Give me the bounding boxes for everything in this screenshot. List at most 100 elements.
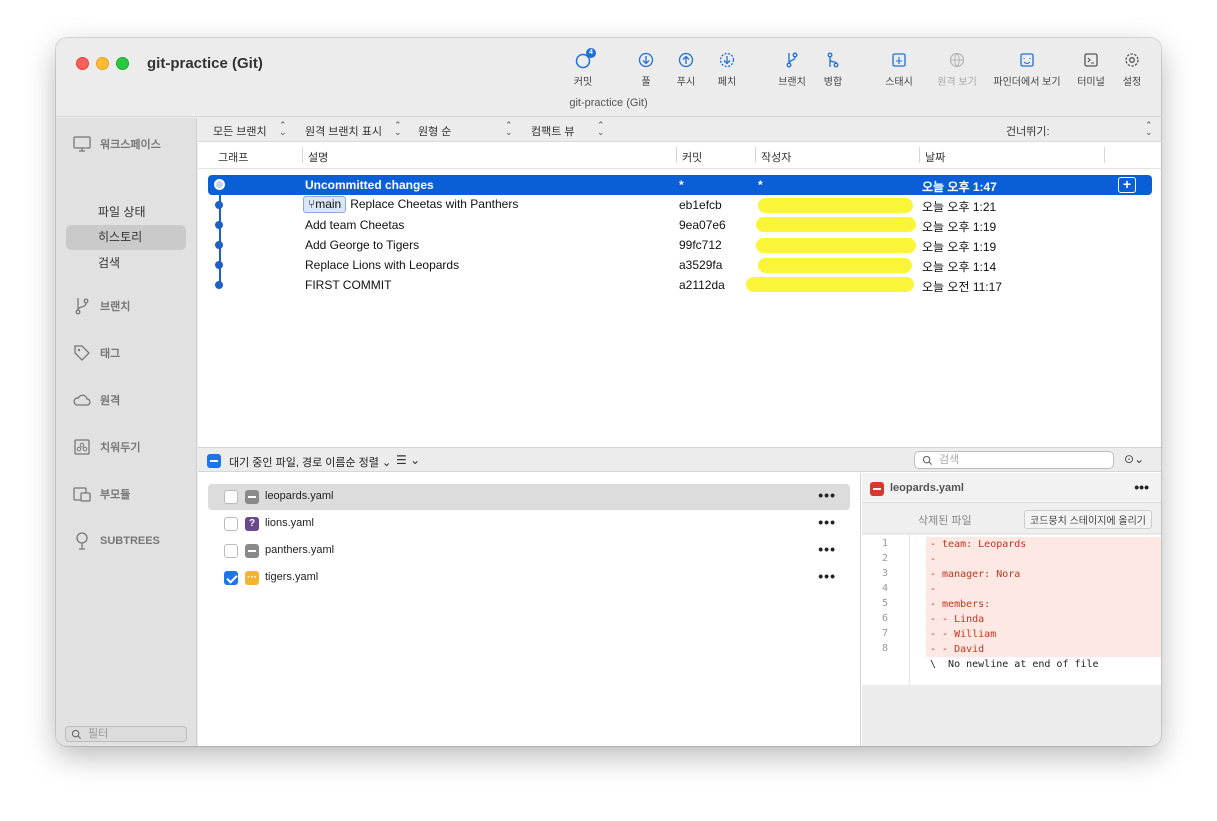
more-options-menu[interactable]: ⊙⌄ [1124,452,1144,466]
stage-checkbox[interactable] [224,490,238,504]
diff-hunk-header: 삭제된 파일 코드뭉치 스테이지에 올리기 [862,504,1161,534]
column-date[interactable]: 날짜 [925,149,945,165]
pending-files-sort-menu[interactable]: 대기 중인 파일, 경로 이름순 정렬 ⌄ [229,454,391,470]
sidebar-section-workspace[interactable]: 워크스페이스 [72,134,161,154]
search-icon [71,729,82,740]
stage-all-checkbox[interactable] [207,454,221,468]
commit-hash: a3529fa [679,258,723,272]
commit-row[interactable]: FIRST COMMIT a2112da 오늘 오전 11:17 [208,275,1152,295]
file-name: panthers.yaml [265,544,335,556]
diff-line: 1 - team: Leopards [862,537,1161,552]
terminal-label: 터미널 [1077,77,1105,88]
commit-hash: * [679,178,684,192]
chevron-down-icon: ⌄ [1134,452,1145,466]
redacted-author [758,258,912,273]
globe-icon [949,52,965,68]
sidebar-filter-input[interactable]: 필터 [65,726,187,742]
removed-status-icon [870,482,884,496]
more-icon[interactable]: ••• [818,514,836,530]
line-number: 3 [881,568,888,579]
commit-row[interactable]: Uncommitted changes * * 오늘 오후 1:47 + [208,175,1152,195]
show-remote-branches-select[interactable]: 원격 브랜치 표시 [305,123,382,139]
remote-view-button[interactable]: 원격 보기 [927,50,987,88]
list-item[interactable]: ··· tigers.yaml ••• [208,565,850,591]
column-divider [302,147,303,163]
history-column-header: 그래프 설명 커밋 작성자 날짜 [198,143,1161,169]
sidebar-item-file-status[interactable]: 파일 상태 [66,200,186,225]
commit-button[interactable]: 4 커밋 [553,48,613,88]
fetch-button[interactable]: 페치 [697,50,757,88]
commit-row[interactable]: ⑂main Replace Cheetas with Panthers eb1ef… [208,195,1152,215]
stage-checkbox[interactable] [224,571,238,585]
column-commit[interactable]: 커밋 [682,149,702,165]
stage-hunk-button[interactable]: 코드뭉치 스테이지에 올리기 [1024,510,1152,529]
more-icon[interactable]: ••• [818,487,836,503]
list-item[interactable]: ? lions.yaml ••• [208,511,850,537]
removed-line-text: - - William [926,627,1161,642]
sidebar-section-stashes[interactable]: 치워두기 [72,437,140,457]
compact-view-select[interactable]: 컴팩트 뷰 [531,123,575,139]
more-icon[interactable]: ••• [818,568,836,584]
diff-line: 5 - members: [862,597,1161,612]
stage-checkbox[interactable] [224,544,238,558]
removed-line-text: - manager: Nora [926,567,1161,582]
close-window-button[interactable] [76,57,89,70]
pull-icon [638,52,654,68]
sidebar-section-subtrees[interactable]: SUBTREES [72,531,160,551]
column-author[interactable]: 작성자 [761,149,791,165]
line-number: 8 [881,643,888,654]
sidebar-item-search[interactable]: 검색 [66,251,186,276]
add-icon[interactable]: + [1118,177,1136,193]
stage-checkbox[interactable] [224,517,238,531]
settings-button[interactable]: 설정 [1102,50,1161,88]
more-icon[interactable]: ••• [1134,479,1149,495]
line-number: 2 [881,553,888,564]
branch-icon [75,298,89,315]
list-view-menu[interactable]: ☰ ⌄ [396,453,420,467]
maximize-window-button[interactable] [116,57,129,70]
graph-node [215,221,223,229]
commit-date: 오늘 오후 1:14 [922,260,997,274]
stash-button[interactable]: 스태시 [869,50,929,88]
line-number: 7 [881,628,888,639]
branch-tag-label: main [315,197,342,211]
branch-label: 브랜치 [778,77,806,88]
branch-tag-main[interactable]: ⑂main [303,196,347,213]
column-graph[interactable]: 그래프 [218,149,248,165]
sidebar-section-branches[interactable]: 브랜치 [72,296,130,316]
sidebar-section-tags[interactable]: 태그 [72,343,120,363]
jump-to-select[interactable]: 건너뛰기: [1006,123,1050,139]
sidebar-section-submodules[interactable]: 부모듈 [72,484,130,504]
commit-row[interactable]: Add George to Tigers 99fc712 오늘 오후 1:19 [208,235,1152,255]
order-select[interactable]: 원형 순 [418,123,451,139]
column-divider [755,147,756,163]
search-input[interactable]: 검색 [914,451,1114,469]
show-in-finder-button[interactable]: 파인더에서 보기 [993,50,1061,88]
commit-hash: 9ea07e6 [679,218,726,232]
toolbar: git-practice (Git) 4 커밋 풀 푸시 페치 브랜치 병합 스… [56,38,1161,117]
pending-files-label: 대기 중인 파일, 경로 이름순 정렬 [229,457,379,469]
line-number: 1 [881,538,888,549]
commit-row[interactable]: Replace Lions with Leopards a3529fa 오늘 오… [208,255,1152,275]
fetch-icon [719,52,735,68]
branch-icon [786,52,798,68]
more-icon[interactable]: ••• [818,541,836,557]
removed-status-icon [245,490,259,504]
pending-files-bar: 대기 중인 파일, 경로 이름순 정렬 ⌄ ☰ ⌄ 검색 ⊙⌄ [198,447,1161,472]
commit-row[interactable]: Add team Cheetas 9ea07e6 오늘 오후 1:19 [208,215,1152,235]
minimize-window-button[interactable] [96,57,109,70]
sidebar-item-history[interactable]: 히스토리 [66,225,186,250]
merge-icon [827,52,839,68]
list-item[interactable]: panthers.yaml ••• [208,538,850,564]
list-item[interactable]: leopards.yaml ••• [208,484,850,510]
all-branches-select[interactable]: 모든 브랜치 [213,123,267,139]
sidebar-section-remotes[interactable]: 원격 [72,390,120,410]
commit-description: Add George to Tigers [305,238,420,252]
sidebar-item-label: 히스토리 [98,230,143,244]
redacted-author [758,198,913,213]
column-description[interactable]: 설명 [308,149,328,165]
graph-node [215,201,223,209]
merge-button[interactable]: 병합 [803,50,863,88]
main-panel: 모든 브랜치 ⌃ ⌄ 원격 브랜치 표시 ⌃ ⌄ 원형 순 ⌃ ⌄ 컴팩트 뷰 ⌃ ⌄ … [198,118,1161,746]
diff-line: 8 - - David [862,642,1161,657]
